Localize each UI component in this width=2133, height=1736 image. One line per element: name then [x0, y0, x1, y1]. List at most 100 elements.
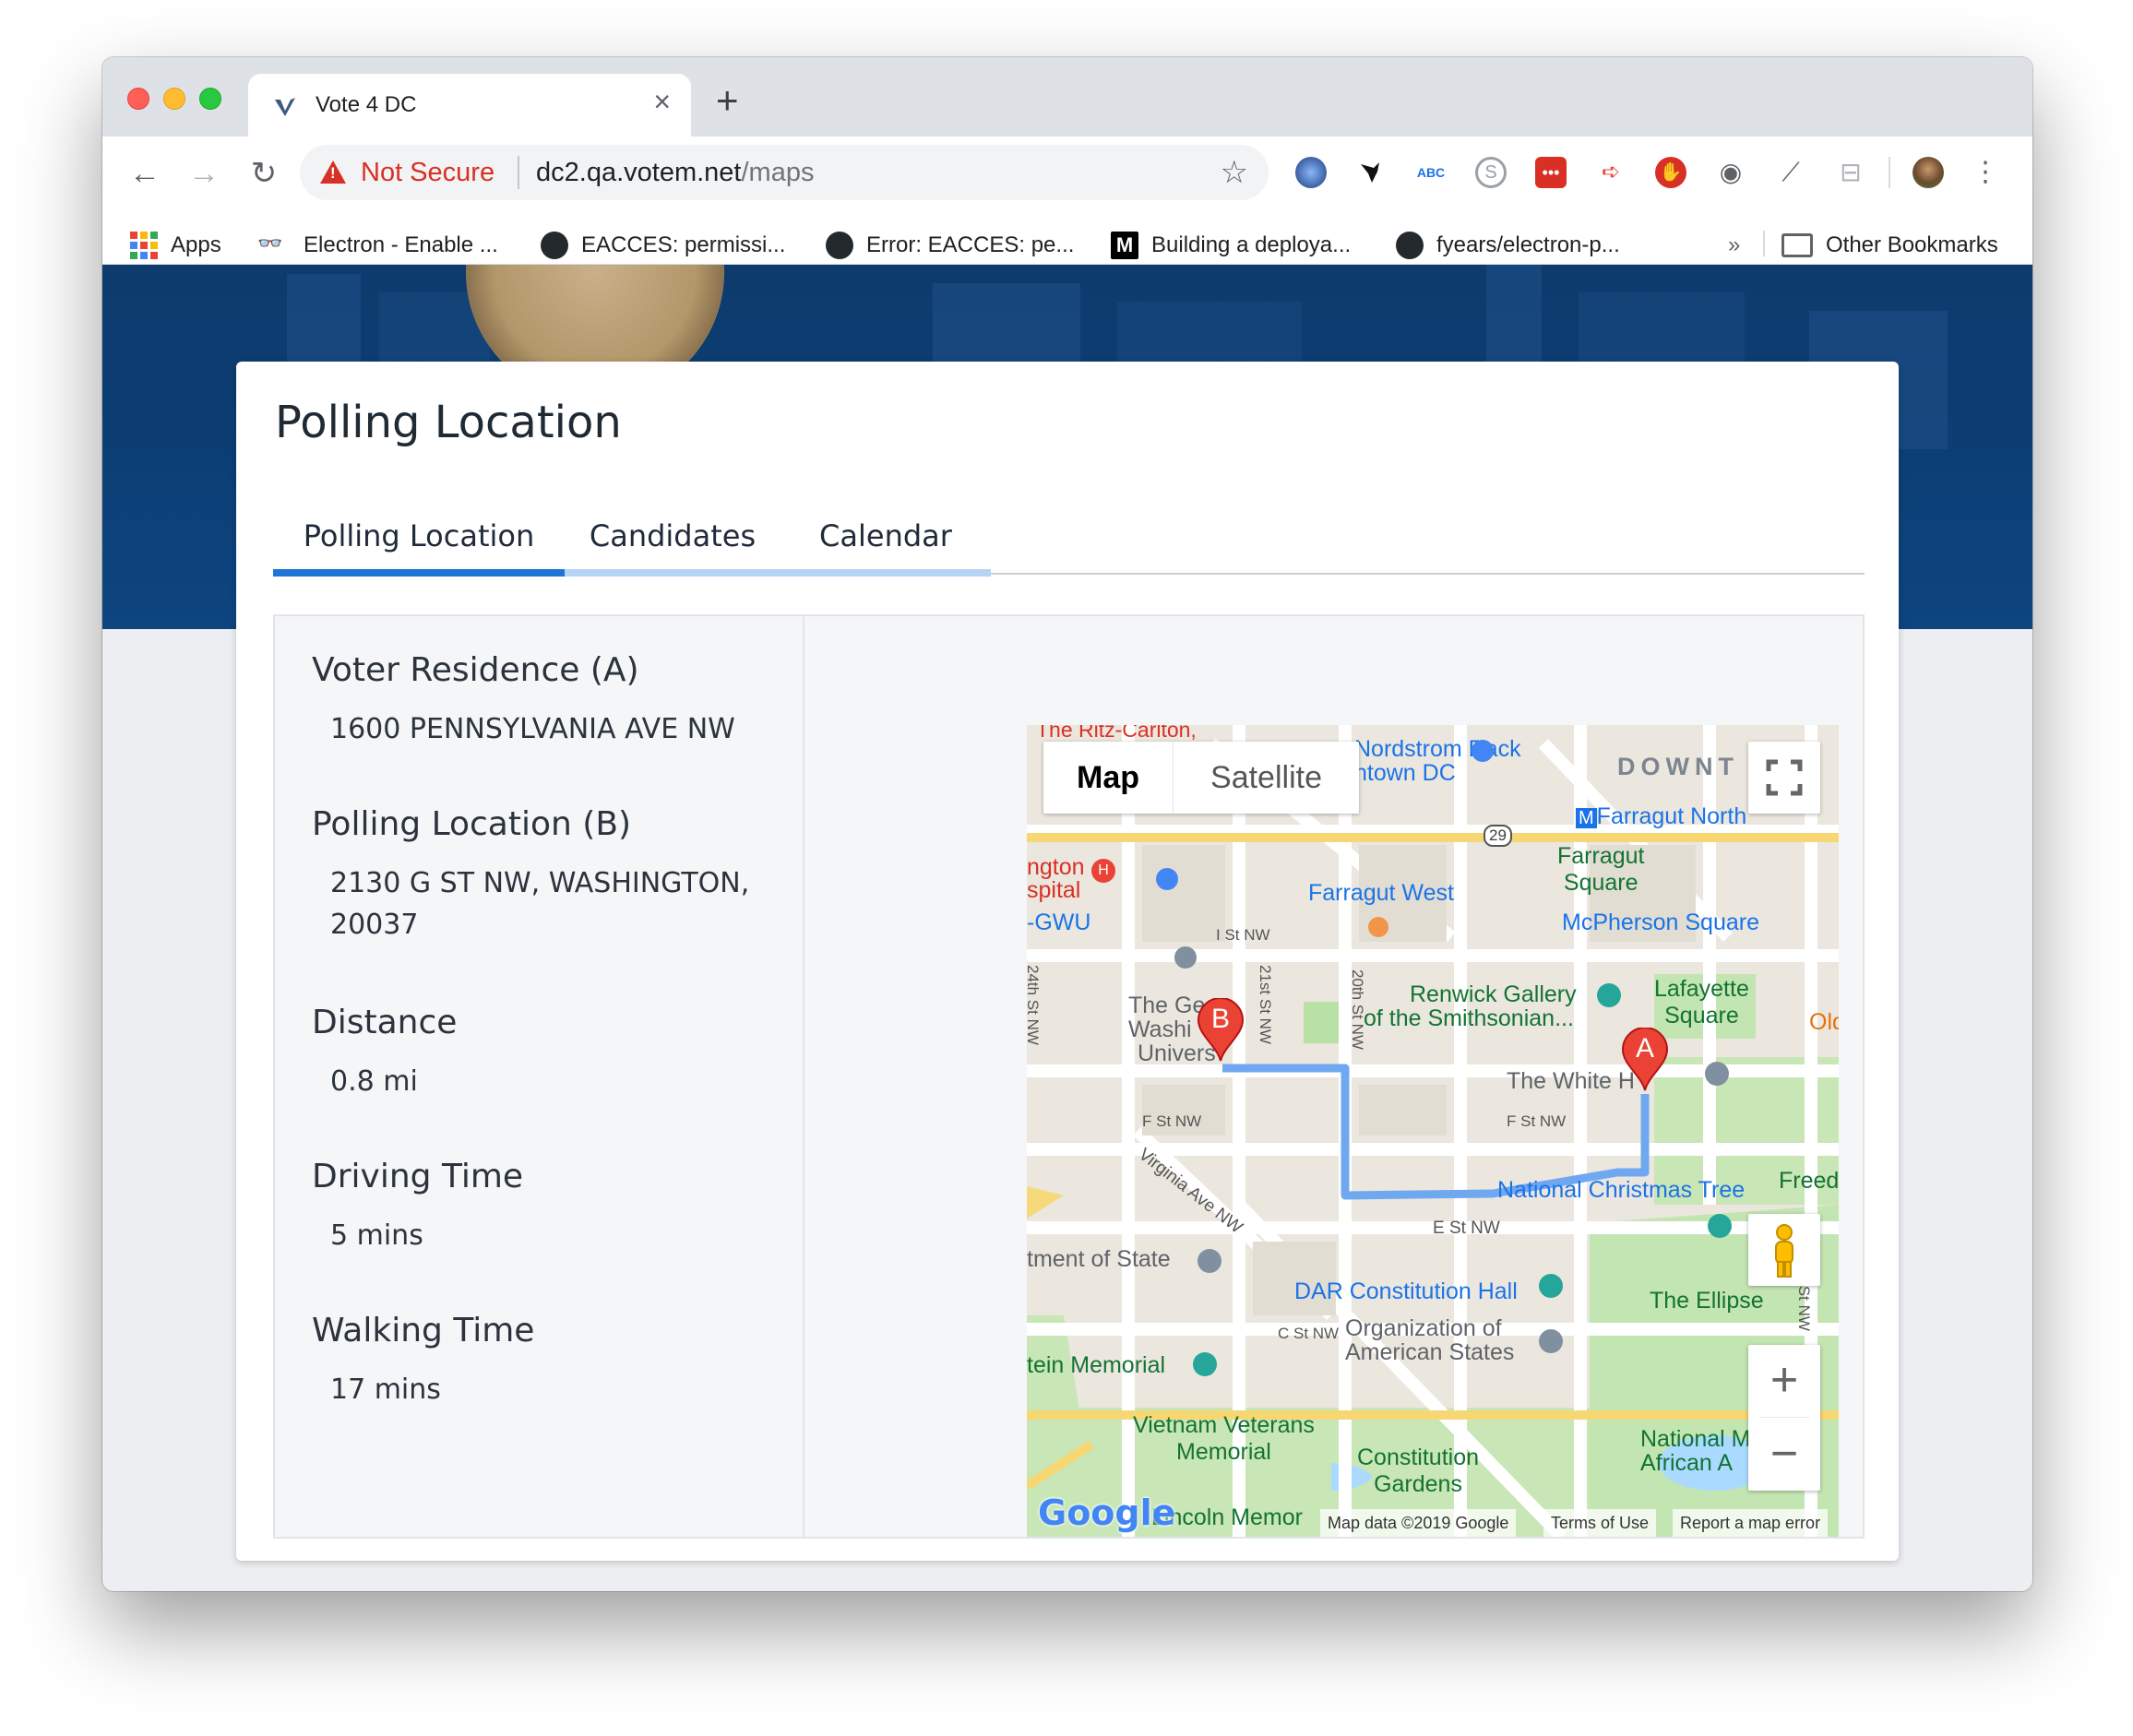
- street-view-pegman-button[interactable]: [1748, 1214, 1820, 1286]
- maximize-window-button[interactable]: [199, 88, 221, 110]
- street-c-st: C St NW: [1278, 1325, 1340, 1342]
- walking-time-value: 17 mins: [330, 1373, 441, 1406]
- restaurant-poi-icon[interactable]: [1368, 917, 1388, 937]
- map-label-constitution-gardens[interactable]: Constitution Gardens: [1357, 1445, 1479, 1498]
- reload-icon[interactable]: ↻: [245, 155, 282, 192]
- profile-avatar[interactable]: [1913, 157, 1944, 188]
- state-poi-icon[interactable]: [1198, 1249, 1221, 1273]
- eyedropper-extension-icon[interactable]: ⟋: [1775, 157, 1806, 188]
- share-extension-icon[interactable]: ➪: [1595, 157, 1627, 188]
- adblock-extension-icon[interactable]: ✋: [1655, 157, 1686, 188]
- street-f-st-left: F St NW: [1142, 1112, 1202, 1130]
- map-label-gwu-metro[interactable]: -GWU: [1027, 910, 1090, 936]
- map-label-dar[interactable]: DAR Constitution Hall: [1294, 1278, 1518, 1305]
- map-label-oas-1[interactable]: Organization of: [1345, 1315, 1502, 1342]
- map-label-dept-state[interactable]: tment of State: [1027, 1246, 1171, 1273]
- oas-poi-icon[interactable]: [1539, 1329, 1563, 1353]
- shopping-poi-icon[interactable]: [1472, 740, 1494, 762]
- page-title: Polling Location: [275, 397, 622, 448]
- zoom-control: + −: [1748, 1345, 1820, 1491]
- map-label-renwick-2[interactable]: of the Smithsonian...: [1364, 1005, 1574, 1032]
- bookmark-star-icon[interactable]: ☆: [1221, 154, 1248, 191]
- fullscreen-button[interactable]: [1748, 742, 1820, 814]
- map-label-gwu-1[interactable]: The Ge: [1128, 993, 1205, 1019]
- driving-time-value: 5 mins: [330, 1219, 423, 1252]
- zoom-out-button[interactable]: −: [1748, 1419, 1820, 1491]
- lastpass-extension-icon[interactable]: •••: [1535, 157, 1567, 188]
- tab-calendar[interactable]: Calendar: [781, 497, 991, 575]
- map-label-nmaahc-1[interactable]: National M: [1640, 1426, 1751, 1453]
- close-window-button[interactable]: [127, 88, 149, 110]
- map-type-map-button[interactable]: Map: [1043, 742, 1173, 814]
- new-tab-button[interactable]: +: [716, 81, 739, 120]
- tab-close-icon[interactable]: ×: [653, 87, 671, 116]
- vote-favicon-icon: [275, 98, 295, 116]
- forward-icon[interactable]: →: [185, 155, 222, 192]
- layout-extension-icon[interactable]: ⊟: [1835, 157, 1866, 188]
- store-poi-icon[interactable]: [1156, 868, 1178, 890]
- abc-extension-icon[interactable]: ABC: [1415, 157, 1447, 188]
- farragut-square-line1: Farragut: [1557, 843, 1645, 869]
- photo-poi-icon[interactable]: [1708, 1214, 1732, 1238]
- music-poi-icon[interactable]: [1539, 1274, 1563, 1298]
- map-label-einstein[interactable]: tein Memorial: [1027, 1352, 1165, 1379]
- lafayette-line2: Square: [1664, 1003, 1739, 1029]
- map-label-nordstrom-1[interactable]: Nordstrom Rack: [1354, 736, 1521, 763]
- map-label-nmaahc-2[interactable]: African A: [1640, 1450, 1733, 1477]
- zoom-divider: [1759, 1417, 1809, 1418]
- memorial-poi-icon[interactable]: [1193, 1352, 1217, 1376]
- map-label-oas-2[interactable]: American States: [1345, 1339, 1514, 1366]
- map-label-white-house[interactable]: The White H: [1507, 1068, 1635, 1095]
- bookmark-label: Electron - Enable ...: [304, 232, 498, 257]
- map-label-vietnam[interactable]: Vietnam Veterans Memorial: [1133, 1412, 1315, 1466]
- map-label-farragut-north[interactable]: M Farragut North: [1576, 803, 1746, 830]
- school-poi-icon[interactable]: [1174, 946, 1197, 969]
- map-type-satellite-button[interactable]: Satellite: [1174, 742, 1359, 814]
- minimize-window-button[interactable]: [163, 88, 185, 110]
- distance-value: 0.8 mi: [330, 1065, 418, 1098]
- map-label-farragut-west[interactable]: Farragut West: [1308, 880, 1454, 907]
- map-label-lafayette[interactable]: Lafayette Square: [1654, 976, 1749, 1029]
- google-logo[interactable]: Google: [1038, 1492, 1175, 1533]
- warning-icon: [320, 161, 346, 184]
- map-label-renwick-1[interactable]: Renwick Gallery: [1410, 981, 1577, 1008]
- hospital-poi-icon[interactable]: H: [1091, 859, 1115, 883]
- bookmarks-divider: [1763, 231, 1765, 256]
- marker-a[interactable]: A: [1621, 1027, 1669, 1092]
- fullscreen-icon: [1766, 759, 1803, 796]
- map-label-gwu-2[interactable]: Washi: [1128, 1017, 1192, 1043]
- info-panel: Voter Residence (A) 1600 PENNSYLVANIA AV…: [275, 616, 804, 1537]
- google-map[interactable]: The Ritz-Carlton, Nordstrom Rack ntown D…: [1027, 725, 1839, 1537]
- landmark-poi-icon[interactable]: [1705, 1062, 1729, 1086]
- farragut-square-line2: Square: [1563, 870, 1638, 896]
- terms-of-use-link[interactable]: Terms of Use: [1543, 1509, 1657, 1537]
- skype-extension-icon[interactable]: S: [1475, 157, 1507, 188]
- map-label-nordstrom-2[interactable]: ntown DC: [1354, 760, 1456, 787]
- bookmark-label: Apps: [171, 232, 221, 257]
- back-icon[interactable]: ←: [126, 155, 163, 192]
- browser-tab[interactable]: Vote 4 DC ×: [248, 74, 691, 138]
- map-label-mcpherson[interactable]: McPherson Square: [1562, 910, 1759, 936]
- map-type-control: Map Satellite: [1043, 742, 1359, 814]
- not-secure-label[interactable]: Not Secure: [361, 158, 495, 188]
- bookmark-label: Error: EACCES: pe...: [866, 232, 1075, 257]
- url-text[interactable]: dc2.qa.votem.net/maps: [536, 158, 814, 188]
- tab-polling-location[interactable]: Polling Location: [273, 497, 565, 575]
- address-bar[interactable]: Not Secure dc2.qa.votem.net/maps ☆: [300, 145, 1269, 200]
- map-label-farragut-square[interactable]: Farragut Square: [1557, 843, 1644, 897]
- map-label-hospital-2[interactable]: spital: [1027, 877, 1080, 904]
- report-map-error-link[interactable]: Report a map error: [1673, 1509, 1829, 1537]
- glasses-icon: 👓: [257, 232, 283, 255]
- tab-candidates[interactable]: Candidates: [565, 497, 781, 575]
- globe-extension-icon[interactable]: [1295, 157, 1327, 188]
- camera-extension-icon[interactable]: ◉: [1715, 157, 1746, 188]
- map-label-ellipse[interactable]: The Ellipse: [1650, 1288, 1764, 1314]
- marker-b[interactable]: B: [1197, 997, 1245, 1063]
- map-label-freedom[interactable]: Freed: [1779, 1168, 1839, 1195]
- map-label-christmas-tree[interactable]: National Christmas Tree: [1497, 1177, 1745, 1204]
- museum-poi-icon[interactable]: [1597, 983, 1621, 1007]
- bird-extension-icon[interactable]: [1355, 157, 1387, 188]
- zoom-in-button[interactable]: +: [1748, 1345, 1820, 1417]
- menu-kebab-icon[interactable]: ⋮: [1970, 157, 2001, 188]
- map-label-downtown: DOWNT: [1617, 753, 1739, 780]
